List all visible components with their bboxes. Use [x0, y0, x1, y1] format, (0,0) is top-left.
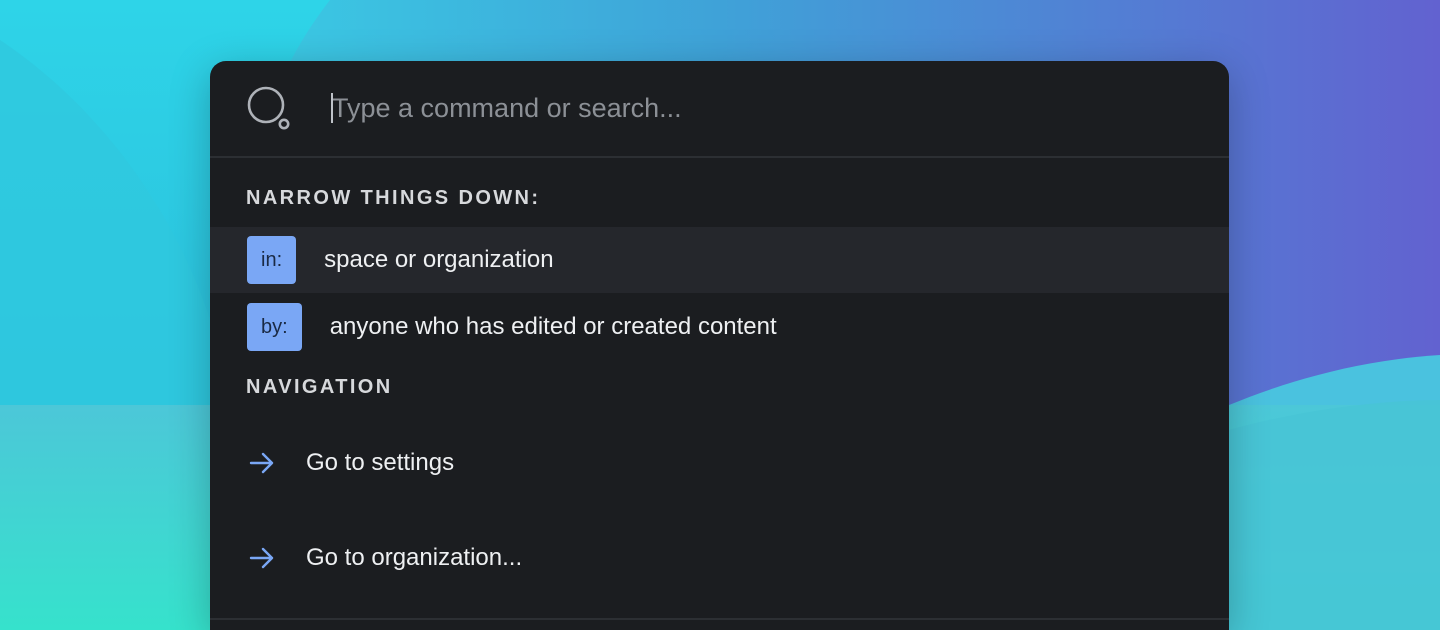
- nav-item-settings[interactable]: Go to settings: [210, 433, 1229, 493]
- filter-chip-by: by:: [247, 303, 302, 351]
- search-icon: [247, 86, 290, 130]
- text-caret: [331, 93, 333, 123]
- filter-row-in[interactable]: in: space or organization: [210, 227, 1229, 293]
- filter-label-in: space or organization: [324, 246, 554, 273]
- search-input[interactable]: [330, 81, 1192, 135]
- filter-label-by: anyone who has edited or created content: [329, 313, 777, 340]
- nav-item-organization[interactable]: Go to organization...: [210, 528, 1229, 588]
- arrow-right-icon: [249, 547, 274, 569]
- arrow-right-icon: [249, 452, 274, 474]
- filter-chip-in: in:: [247, 236, 297, 284]
- nav-label-organization: Go to organization...: [306, 544, 523, 571]
- section-title-filters: NARROW THINGS DOWN:: [246, 187, 541, 209]
- filter-row-by[interactable]: by: anyone who has edited or created con…: [210, 294, 1229, 360]
- nav-label-settings: Go to settings: [306, 449, 455, 476]
- divider: [210, 618, 1229, 620]
- search-bar: [210, 61, 1229, 158]
- command-palette: NARROW THINGS DOWN: in: space or organiz…: [210, 61, 1229, 630]
- section-title-navigation: NAVIGATION: [246, 376, 393, 398]
